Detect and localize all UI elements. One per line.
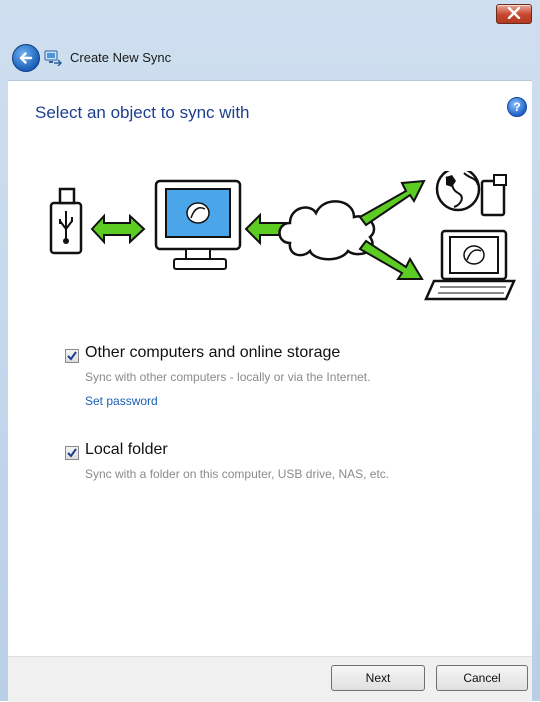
cloud-icon: [278, 200, 376, 261]
back-arrow-icon: [19, 52, 33, 64]
local-folder-label[interactable]: Local folder: [85, 441, 168, 459]
close-button[interactable]: [496, 4, 532, 24]
online-storage-label[interactable]: Other computers and online storage: [85, 344, 340, 362]
help-icon[interactable]: ?: [507, 97, 527, 117]
local-folder-checkbox[interactable]: [65, 446, 79, 460]
window-title: Create New Sync: [70, 50, 172, 65]
next-button[interactable]: Next: [331, 665, 425, 691]
double-arrow-left-icon: [90, 213, 146, 245]
sync-app-icon: [44, 50, 62, 66]
sync-illustration: [49, 171, 516, 301]
footer-bar: Next Cancel: [8, 656, 532, 702]
globe-device-icon: [435, 171, 507, 217]
navigation-row: Create New Sync: [8, 40, 532, 76]
title-bar: [0, 0, 540, 36]
arrow-down-right-icon: [358, 239, 424, 280]
cancel-button[interactable]: Cancel: [436, 665, 528, 691]
laptop-icon: [424, 229, 516, 301]
local-folder-description: Sync with a folder on this computer, USB…: [85, 467, 390, 481]
window-frame: Create New Sync Select an object to sync…: [0, 0, 540, 702]
arrow-up-right-icon: [358, 179, 426, 227]
close-icon: [507, 7, 521, 19]
usb-drive-icon: [49, 187, 83, 255]
checkmark-icon: [67, 351, 77, 361]
page-heading: Select an object to sync with: [35, 103, 250, 122]
computer-icon: [154, 179, 242, 270]
online-storage-checkbox[interactable]: [65, 349, 79, 363]
back-button[interactable]: [12, 44, 40, 72]
content-panel: Select an object to sync with ? Other co…: [8, 80, 532, 657]
checkmark-icon: [67, 448, 77, 458]
online-storage-description: Sync with other computers - locally or v…: [85, 370, 371, 384]
set-password-link[interactable]: Set password: [85, 394, 158, 408]
